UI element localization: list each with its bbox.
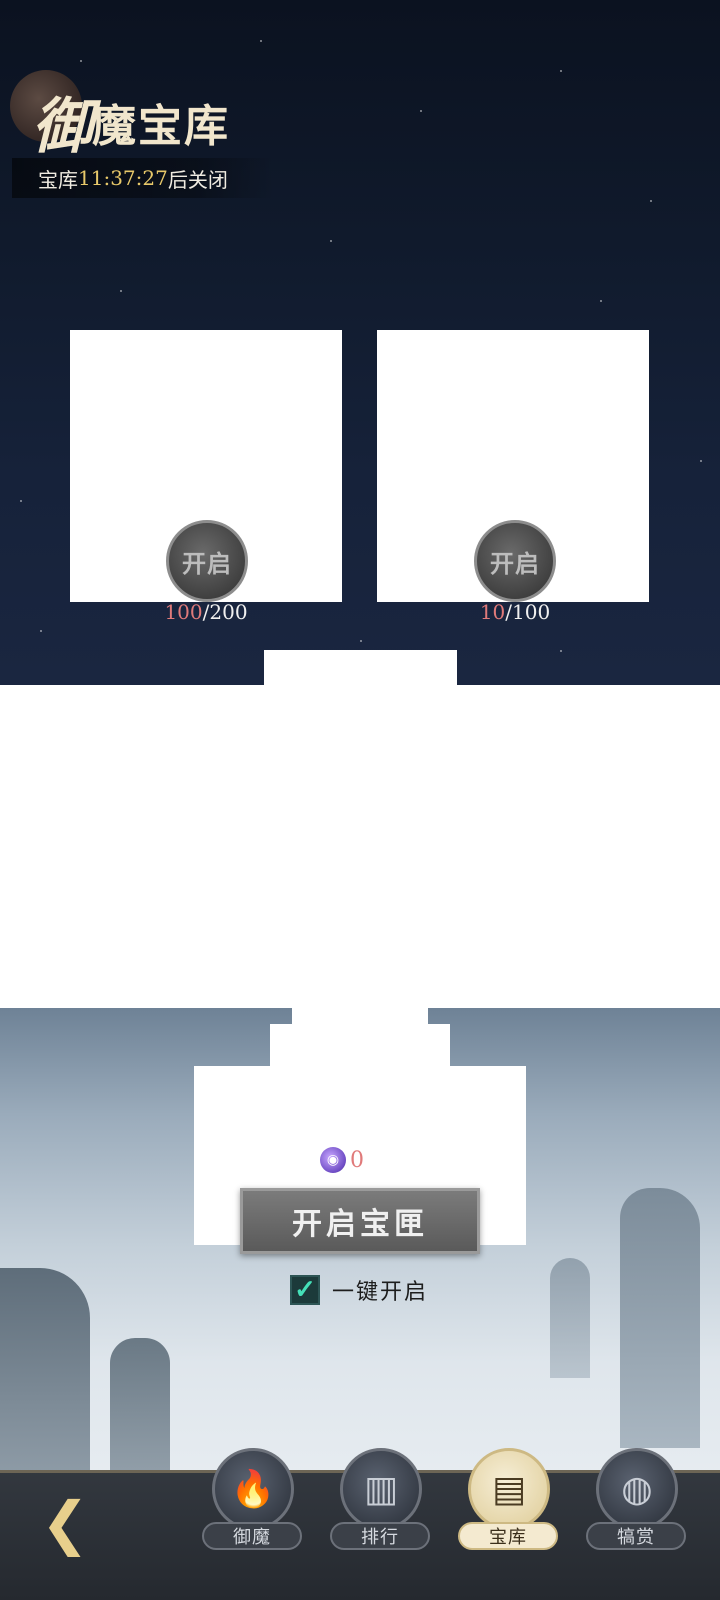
- nav-item-ranking[interactable]: ▥ 排行: [330, 1448, 430, 1568]
- title-first-char: 御: [32, 92, 92, 162]
- token-counter: ◉ 0: [320, 1147, 364, 1173]
- blank-panel-middle: [270, 1024, 450, 1069]
- page-title: 御魔宝库: [32, 78, 230, 165]
- nav-item-rewards[interactable]: ◍ 犒赏: [586, 1448, 686, 1568]
- nav-label-ranking: 排行: [330, 1522, 430, 1550]
- chest-2-current: 10: [479, 600, 506, 624]
- one-key-label: 一键开启: [332, 1280, 429, 1305]
- chest-2-total: /100: [505, 600, 551, 624]
- star: [650, 200, 652, 202]
- nav-label-yumo: 御魔: [202, 1522, 302, 1550]
- chest-1-current: 100: [164, 600, 203, 624]
- nav-item-yumo[interactable]: 🔥 御魔: [202, 1448, 302, 1568]
- open-treasure-box-button[interactable]: 开启宝匣: [240, 1188, 480, 1254]
- timer-prefix: 宝库: [38, 167, 78, 192]
- star: [120, 290, 122, 292]
- star: [330, 240, 332, 242]
- one-key-checkbox[interactable]: ✓: [290, 1275, 320, 1305]
- star: [420, 110, 422, 112]
- checkmark-icon: ✓: [294, 1275, 316, 1305]
- chest-1-open-button[interactable]: 开启: [166, 520, 248, 602]
- star: [560, 70, 562, 72]
- chest-card-2: 开启: [377, 330, 649, 602]
- flame-icon: 🔥: [212, 1448, 294, 1530]
- purple-orb-icon: ◉: [320, 1147, 346, 1173]
- star: [80, 60, 82, 62]
- back-button[interactable]: ❮: [30, 1488, 100, 1558]
- money-bag-icon: ◍: [596, 1448, 678, 1530]
- nav-label-rewards: 犒赏: [586, 1522, 686, 1550]
- close-timer: 宝库 11:37:27 后关闭: [12, 158, 274, 198]
- chest-card-1: 开启: [70, 330, 342, 602]
- star: [40, 630, 42, 632]
- one-key-open-toggle[interactable]: ✓ 一键开启: [290, 1274, 428, 1306]
- timer-time: 11:37:27: [78, 166, 168, 190]
- chest-2-open-button[interactable]: 开启: [474, 520, 556, 602]
- token-count: 0: [350, 1147, 364, 1173]
- chest-1-progress: 100/200: [106, 600, 306, 624]
- ranking-scroll-icon: ▥: [340, 1448, 422, 1530]
- star: [260, 40, 262, 42]
- title-rest: 魔宝库: [92, 101, 230, 152]
- treasure-chest-icon: ▤: [468, 1448, 550, 1530]
- nav-item-treasury[interactable]: ▤ 宝库: [458, 1448, 558, 1568]
- star: [700, 460, 702, 462]
- chest-1-total: /200: [202, 600, 248, 624]
- nav-label-treasury: 宝库: [458, 1522, 558, 1550]
- chest-2-progress: 10/100: [415, 600, 615, 624]
- timer-suffix: 后关闭: [167, 167, 228, 192]
- blank-panel-tab: [264, 650, 457, 690]
- back-arrow-icon: ❮: [40, 1489, 90, 1557]
- star: [360, 640, 362, 642]
- star: [20, 500, 22, 502]
- rock-pillar: [550, 1258, 590, 1378]
- star: [560, 650, 562, 652]
- rock-pillar: [620, 1188, 700, 1448]
- star: [600, 300, 602, 302]
